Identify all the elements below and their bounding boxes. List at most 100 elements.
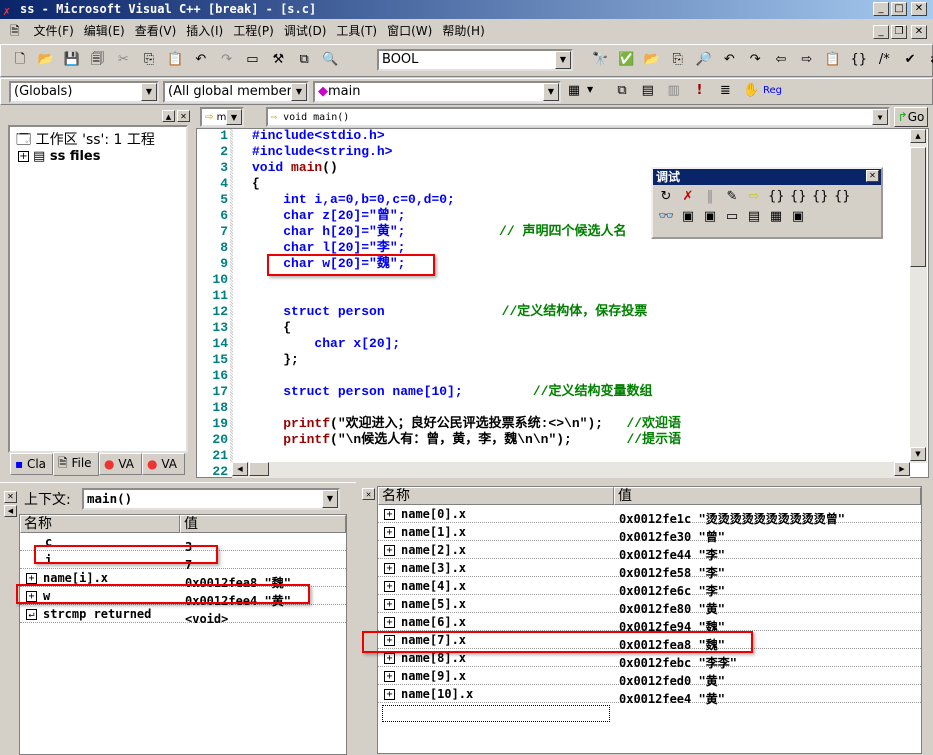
search-icon[interactable]: 🔭 bbox=[592, 52, 608, 68]
expand-icon[interactable]: + bbox=[18, 151, 29, 162]
return-icon[interactable]: ↵ bbox=[26, 609, 37, 620]
paste-list-icon[interactable]: 📋 bbox=[825, 52, 841, 68]
variables-close-button[interactable]: ✕ bbox=[4, 491, 17, 503]
table-row[interactable]: + name[4].x 0x0012fe6c "李" bbox=[378, 577, 921, 598]
expand-icon[interactable]: + bbox=[384, 545, 395, 556]
swap-icon[interactable]: ⇄ bbox=[928, 52, 933, 68]
va-copy-icon[interactable]: ⎘ bbox=[670, 52, 686, 68]
table-row[interactable]: + name[0].x 0x0012fe1c "烫烫烫烫烫烫烫烫烫烫曾" bbox=[378, 505, 921, 526]
quickwatch-icon[interactable]: 👓 bbox=[658, 209, 674, 225]
find-combo[interactable]: BOOL ▼ bbox=[377, 49, 573, 71]
chevron-down-icon[interactable]: ▼ bbox=[226, 109, 242, 125]
expand-icon[interactable]: + bbox=[384, 653, 395, 664]
menu-item[interactable]: 工具(T) bbox=[336, 24, 377, 38]
tab-va-2[interactable]: ● VA bbox=[142, 453, 185, 475]
watch-window-icon[interactable]: ▣ bbox=[680, 209, 696, 225]
stop-debug-icon[interactable]: ✗ bbox=[680, 189, 696, 205]
workspace-icon[interactable]: ▭ bbox=[244, 52, 260, 68]
menu-item[interactable]: 插入(I) bbox=[186, 24, 223, 38]
save-icon[interactable]: 💾 bbox=[64, 52, 80, 68]
call-stack-icon[interactable]: ▦ bbox=[768, 209, 784, 225]
menu-item[interactable]: 文件(F) bbox=[33, 24, 73, 38]
wizard-actions-icon[interactable]: ▦ bbox=[566, 83, 582, 99]
breakpoint-hand-icon[interactable]: ✋ bbox=[743, 83, 759, 99]
va-check-icon[interactable]: ✅ bbox=[618, 52, 634, 68]
chevron-down-icon[interactable]: ▼ bbox=[543, 83, 559, 101]
chevron-down-icon[interactable]: ▼ bbox=[141, 83, 157, 101]
tab-va-1[interactable]: ● VA bbox=[99, 453, 142, 475]
hscroll-thumb[interactable] bbox=[249, 462, 269, 476]
doc-restore-button[interactable]: ❐ bbox=[891, 25, 907, 39]
chevron-down-icon[interactable]: ▼ bbox=[322, 490, 338, 508]
table-row[interactable]: ↵ strcmp returned <void> bbox=[20, 605, 346, 626]
step-over-icon[interactable]: {} bbox=[790, 189, 807, 205]
menu-item[interactable]: 调试(D) bbox=[284, 24, 327, 38]
tree-item-ss-files[interactable]: + ▤ ss files bbox=[18, 149, 100, 164]
watch-scrollbar[interactable] bbox=[923, 486, 933, 754]
table-row[interactable]: + name[3].x 0x0012fe58 "李" bbox=[378, 559, 921, 580]
stop-build-icon[interactable]: ▥ bbox=[666, 83, 682, 99]
break-icon[interactable]: ‖ bbox=[702, 189, 718, 205]
scroll-up-button[interactable]: ▲ bbox=[910, 129, 926, 143]
expand-icon[interactable]: + bbox=[384, 599, 395, 610]
vertical-scrollbar[interactable]: ▲ ▼ bbox=[910, 129, 927, 463]
expand-icon[interactable]: + bbox=[384, 563, 395, 574]
cut-icon[interactable]: ✂ bbox=[115, 52, 131, 68]
class-combo[interactable]: (Globals) ▼ bbox=[9, 81, 159, 103]
scroll-right-button[interactable]: ▶ bbox=[894, 462, 910, 476]
scroll-down-button[interactable]: ▼ bbox=[910, 447, 926, 461]
menu-item[interactable]: 查看(V) bbox=[135, 24, 177, 38]
nav-combo[interactable]: ⇨ m ▼ bbox=[200, 107, 244, 127]
expand-icon[interactable]: + bbox=[384, 581, 395, 592]
menu-item[interactable]: 编辑(E) bbox=[84, 24, 125, 38]
back-arrow-icon[interactable]: ⇦ bbox=[773, 52, 789, 68]
chevron-down-icon[interactable]: ▼ bbox=[872, 109, 888, 125]
table-row[interactable]: + name[6].x 0x0012fe94 "魏" bbox=[378, 613, 921, 634]
spellcheck-icon[interactable]: ✔ bbox=[902, 52, 918, 68]
menu-item[interactable]: 帮助(H) bbox=[442, 24, 484, 38]
va-find-icon[interactable]: 🔎 bbox=[695, 52, 711, 68]
doc-close-button[interactable]: ✕ bbox=[911, 25, 927, 39]
workspace-up-button[interactable]: ▲ bbox=[162, 110, 175, 122]
expand-icon[interactable]: + bbox=[384, 689, 395, 700]
braces-icon[interactable]: {} bbox=[850, 52, 867, 68]
va-undo-icon[interactable]: ↶ bbox=[721, 52, 737, 68]
reg-button[interactable]: Reg bbox=[763, 85, 782, 96]
variables-collapse-button[interactable]: ◀ bbox=[4, 505, 17, 517]
column-header-value[interactable]: 值 bbox=[180, 515, 346, 533]
debug-toolbar-title[interactable]: 调试 ✕ bbox=[653, 169, 881, 185]
chevron-down-icon[interactable]: ▼ bbox=[291, 83, 307, 101]
copy-icon[interactable]: ⎘ bbox=[141, 52, 157, 68]
apply-changes-icon[interactable]: ✎ bbox=[724, 189, 740, 205]
redo-icon[interactable]: ↷ bbox=[219, 52, 235, 68]
watch-new-entry[interactable] bbox=[382, 705, 610, 722]
run-to-cursor-icon[interactable]: {} bbox=[834, 189, 851, 205]
save-all-icon[interactable]: 🗐 bbox=[89, 52, 105, 68]
maximize-button[interactable]: □ bbox=[891, 2, 907, 16]
show-next-icon[interactable]: ⇨ bbox=[746, 189, 762, 205]
table-row[interactable]: + name[2].x 0x0012fe44 "李" bbox=[378, 541, 921, 562]
expand-icon[interactable]: + bbox=[384, 671, 395, 682]
horizontal-scrollbar[interactable]: ◀ ▶ bbox=[232, 462, 910, 478]
chevron-down-icon[interactable]: ▼ bbox=[555, 51, 571, 69]
va-redo-icon[interactable]: ↷ bbox=[747, 52, 763, 68]
va-open-icon[interactable]: 📂 bbox=[644, 52, 660, 68]
expand-icon[interactable]: + bbox=[384, 617, 395, 628]
expand-icon[interactable]: + bbox=[384, 527, 395, 538]
execute-icon[interactable]: ! bbox=[691, 83, 707, 99]
step-out-icon[interactable]: {} bbox=[812, 189, 829, 205]
step-into-icon[interactable]: {} bbox=[768, 189, 785, 205]
comment-icon[interactable]: /* bbox=[876, 52, 892, 68]
memory-icon[interactable]: ▤ bbox=[746, 209, 762, 225]
windows-icon[interactable]: ⧉ bbox=[296, 52, 312, 68]
table-row[interactable]: + name[1].x 0x0012fe30 "曾" bbox=[378, 523, 921, 544]
watch-close-button[interactable]: ✕ bbox=[362, 488, 375, 500]
column-header-value[interactable]: 值 bbox=[614, 487, 921, 505]
expand-icon[interactable]: + bbox=[384, 509, 395, 520]
table-row[interactable]: + name[9].x 0x0012fed0 "黄" bbox=[378, 667, 921, 688]
find-in-files-icon[interactable]: 🔍 bbox=[322, 52, 338, 68]
workspace-close-button[interactable]: ✕ bbox=[177, 110, 190, 122]
doc-minimize-button[interactable]: _ bbox=[873, 25, 889, 39]
minimize-button[interactable]: _ bbox=[873, 2, 889, 16]
expand-icon[interactable]: + bbox=[26, 573, 37, 584]
